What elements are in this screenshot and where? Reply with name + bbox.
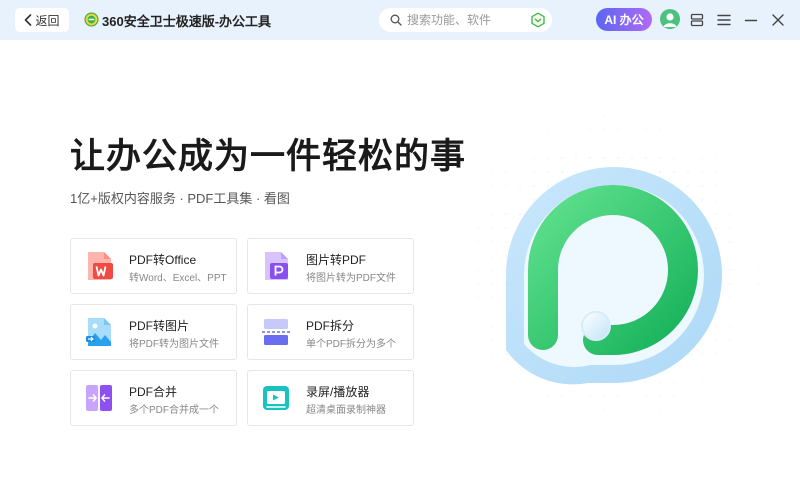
- 360-logo-icon: [84, 12, 99, 27]
- pdf-to-office-icon: [88, 252, 113, 280]
- tool-card-pdf-to-image[interactable]: PDF转图片 将PDF转为图片文件: [70, 304, 237, 360]
- tool-card-screen-recorder[interactable]: 录屏/播放器 超清桌面录制神器: [247, 370, 414, 426]
- tool-card-pdf-split[interactable]: PDF拆分 单个PDF拆分为多个: [247, 304, 414, 360]
- app-title: 360安全卫士极速版-办公工具: [102, 14, 272, 29]
- tool-desc: 将图片转为PDF文件: [306, 273, 396, 284]
- back-button[interactable]: 返回: [15, 8, 69, 32]
- search-box[interactable]: [379, 8, 552, 32]
- back-label: 返回: [35, 13, 60, 28]
- ai-office-button[interactable]: AI 办公: [596, 8, 652, 31]
- minimize-icon[interactable]: [743, 12, 759, 28]
- close-icon[interactable]: [770, 12, 786, 28]
- chevron-left-icon: [25, 14, 32, 26]
- tool-desc: 超清桌面录制神器: [306, 405, 386, 416]
- tool-title: PDF合并: [129, 385, 178, 399]
- skin-icon[interactable]: [689, 12, 705, 28]
- menu-icon[interactable]: [716, 12, 732, 28]
- screen-recorder-icon: [263, 386, 289, 410]
- avatar[interactable]: [660, 9, 680, 29]
- search-icon: [390, 14, 402, 26]
- tool-title: PDF转图片: [129, 319, 190, 333]
- tool-desc: 多个PDF合并成一个: [129, 405, 219, 416]
- tool-desc: 转Word、Excel、PPT: [129, 273, 227, 284]
- tool-title: 录屏/播放器: [306, 385, 370, 399]
- user-icon: [663, 13, 677, 27]
- pdf-to-image-icon: [86, 318, 111, 346]
- tool-desc: 单个PDF拆分为多个: [306, 339, 396, 350]
- tool-card-pdf-merge[interactable]: PDF合并 多个PDF合并成一个: [70, 370, 237, 426]
- tool-desc: 将PDF转为图片文件: [129, 339, 219, 350]
- title-bar: 返回 360安全卫士极速版-办公工具 AI 办公: [0, 0, 800, 40]
- tool-card-image-to-pdf[interactable]: 图片转PDF 将图片转为PDF文件: [247, 238, 414, 294]
- page-headline: 让办公成为一件轻松的事: [70, 137, 467, 176]
- image-to-pdf-icon: [265, 252, 288, 280]
- search-input[interactable]: [407, 13, 525, 27]
- tool-card-pdf-to-office[interactable]: PDF转Office 转Word、Excel、PPT: [70, 238, 237, 294]
- pdf-split-icon: [262, 319, 290, 345]
- pdf-logo-illustration: [448, 100, 778, 430]
- tool-title: PDF转Office: [129, 253, 197, 267]
- pdf-merge-icon: [86, 385, 112, 411]
- hexagon-check-icon[interactable]: [530, 12, 546, 28]
- ai-office-label: AI 办公: [604, 13, 644, 27]
- tool-title: 图片转PDF: [306, 253, 367, 267]
- page-subline: 1亿+版权内容服务 · PDF工具集 · 看图: [70, 191, 290, 206]
- tool-title: PDF拆分: [306, 319, 355, 333]
